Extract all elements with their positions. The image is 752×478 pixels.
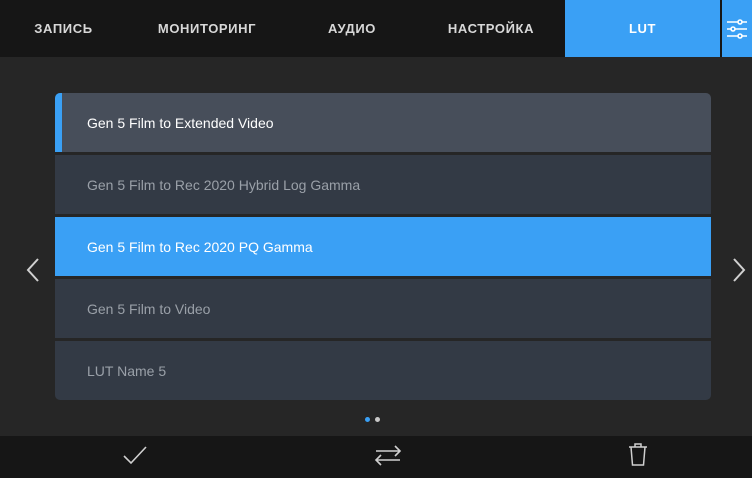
transfer-button[interactable] [348, 436, 428, 478]
chevron-left-icon[interactable] [22, 252, 44, 288]
confirm-button[interactable] [95, 436, 175, 478]
lut-item-label: Gen 5 Film to Rec 2020 Hybrid Log Gamma [87, 176, 361, 193]
lut-item[interactable]: LUT Name 5 [55, 341, 711, 400]
lut-item[interactable]: Gen 5 Film to Video [55, 279, 711, 338]
lut-item-label: Gen 5 Film to Video [87, 300, 211, 317]
page-indicator [365, 414, 405, 424]
trash-icon [628, 442, 648, 472]
chevron-right-icon[interactable] [728, 252, 750, 288]
page-dot [375, 416, 380, 422]
active-lut-marker [55, 93, 62, 152]
lut-list: Gen 5 Film to Extended Video Gen 5 Film … [55, 93, 711, 403]
bottom-toolbar [0, 436, 752, 478]
tab-lut[interactable]: LUT [565, 0, 720, 57]
lut-item-label: LUT Name 5 [87, 362, 167, 379]
lut-item-label: Gen 5 Film to Rec 2020 PQ Gamma [87, 238, 313, 255]
lut-item[interactable]: Gen 5 Film to Rec 2020 Hybrid Log Gamma [55, 155, 711, 214]
lut-screen: ЗАПИСЬ МОНИТОРИНГ АУДИО НАСТРОЙКА LUT Ge… [0, 0, 752, 478]
tab-audio[interactable]: АУДИО [287, 0, 417, 57]
lut-item-label: Gen 5 Film to Extended Video [87, 114, 274, 131]
tab-record[interactable]: ЗАПИСЬ [0, 0, 127, 57]
tab-bar: ЗАПИСЬ МОНИТОРИНГ АУДИО НАСТРОЙКА LUT [0, 0, 752, 57]
tab-setup[interactable]: НАСТРОЙКА [417, 0, 565, 57]
delete-button[interactable] [598, 436, 678, 478]
lut-item-selected[interactable]: Gen 5 Film to Rec 2020 PQ Gamma [55, 217, 711, 276]
tab-monitoring[interactable]: МОНИТОРИНГ [127, 0, 287, 57]
sliders-icon[interactable] [722, 0, 752, 57]
swap-arrows-icon [373, 444, 403, 471]
page-dot-active [365, 416, 370, 422]
checkmark-icon [122, 445, 148, 470]
lut-item-loaded[interactable]: Gen 5 Film to Extended Video [55, 93, 711, 152]
